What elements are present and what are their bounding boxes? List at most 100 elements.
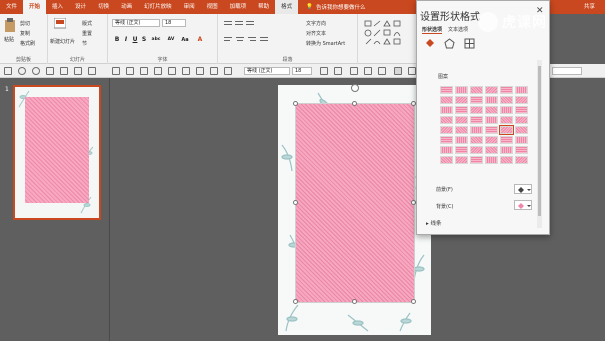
resize-handle-top-left[interactable] [293, 101, 298, 106]
pattern-rectangle-shape[interactable] [295, 103, 415, 303]
justify-icon[interactable] [408, 67, 416, 75]
resize-handle-top[interactable] [352, 101, 357, 106]
paste-icon[interactable] [74, 67, 82, 75]
tab-transitions[interactable]: 切换 [92, 0, 115, 14]
arrange-icon[interactable] [112, 67, 120, 75]
save-icon[interactable] [4, 67, 12, 75]
pattern-swatch[interactable] [500, 116, 513, 124]
pentagon-icon[interactable] [444, 38, 455, 49]
undo-icon[interactable] [18, 67, 26, 75]
pattern-swatch[interactable] [470, 96, 483, 104]
pattern-swatch[interactable] [485, 126, 498, 134]
pattern-swatch[interactable] [440, 116, 453, 124]
pattern-swatch[interactable] [455, 86, 468, 94]
paste-label[interactable]: 粘贴 [4, 36, 14, 43]
align-center-icon[interactable] [378, 67, 386, 75]
resize-handle-bottom-right[interactable] [411, 299, 416, 304]
cut-button[interactable]: 剪切 [20, 20, 30, 27]
fill-bucket-icon[interactable] [424, 38, 435, 49]
rotate-icon[interactable] [154, 67, 162, 75]
align-buttons-icon[interactable] [224, 36, 284, 44]
new-slide-button[interactable]: 新建幻灯片 [50, 38, 75, 45]
pattern-swatch[interactable] [500, 156, 513, 164]
pattern-swatch[interactable] [470, 146, 483, 154]
pattern-swatch[interactable] [515, 136, 528, 144]
pattern-swatch[interactable] [455, 96, 468, 104]
background-color-button[interactable] [514, 200, 532, 210]
text-direction-button[interactable]: 文字方向 [306, 20, 326, 27]
pattern-swatch[interactable] [485, 96, 498, 104]
toolbar-right-combo[interactable] [552, 67, 582, 75]
tab-help[interactable]: 帮助 [252, 0, 275, 14]
underline-button[interactable]: U [131, 36, 139, 44]
picture-icon[interactable] [224, 67, 232, 75]
pattern-swatch[interactable] [470, 106, 483, 114]
list-buttons-icon[interactable] [224, 20, 254, 28]
format-painter-button[interactable]: 格式刷 [20, 40, 35, 47]
pattern-swatch[interactable] [440, 126, 453, 134]
pattern-swatch[interactable] [455, 156, 468, 164]
pattern-swatch[interactable] [515, 86, 528, 94]
italic-button[interactable]: I [122, 36, 130, 44]
pattern-swatch[interactable] [485, 136, 498, 144]
pattern-swatch[interactable] [440, 146, 453, 154]
copy-icon[interactable] [60, 67, 68, 75]
pattern-swatch[interactable] [500, 86, 513, 94]
pattern-swatch[interactable] [440, 136, 453, 144]
section-button[interactable]: 节 [82, 40, 87, 47]
grow-font-icon[interactable] [320, 67, 328, 75]
strikethrough-button[interactable]: S [140, 36, 148, 44]
tab-animations[interactable]: 动画 [115, 0, 138, 14]
redo-icon[interactable] [32, 67, 40, 75]
align-icon[interactable] [140, 67, 148, 75]
pattern-swatch[interactable] [500, 146, 513, 154]
tab-insert[interactable]: 插入 [46, 0, 69, 14]
fill-icon[interactable] [168, 67, 176, 75]
tab-addins[interactable]: 加载项 [224, 0, 253, 14]
shapes-icon[interactable] [88, 67, 96, 75]
align-left-icon[interactable] [364, 67, 372, 75]
pattern-swatch[interactable] [470, 116, 483, 124]
tab-design[interactable]: 设计 [69, 0, 92, 14]
shadow-button[interactable]: abc [150, 36, 162, 44]
effects-icon[interactable] [196, 67, 204, 75]
char-spacing-button[interactable]: AV [166, 36, 176, 44]
pattern-swatch[interactable] [440, 96, 453, 104]
size-properties-icon[interactable] [464, 38, 475, 49]
line-section-header[interactable]: ▸ 线条 [426, 219, 442, 227]
pattern-swatch[interactable] [440, 106, 453, 114]
resize-handle-left[interactable] [293, 200, 298, 205]
slideshow-icon[interactable] [46, 67, 54, 75]
pane-scrollbar-thumb[interactable] [538, 66, 541, 216]
tab-home[interactable]: 开始 [23, 0, 47, 14]
pattern-swatch[interactable] [485, 106, 498, 114]
pattern-swatch[interactable] [515, 96, 528, 104]
pattern-swatch[interactable] [515, 156, 528, 164]
pattern-swatch[interactable] [515, 126, 528, 134]
tab-shape-options[interactable]: 形状选项 [422, 26, 443, 34]
change-case-button[interactable]: Aa [180, 36, 190, 44]
toolbar-font-name[interactable]: 等线 (正文) [244, 67, 290, 75]
convert-smartart-button[interactable]: 转换为 SmartArt [306, 40, 345, 47]
pattern-swatch[interactable] [470, 136, 483, 144]
paste-icon[interactable] [4, 18, 16, 33]
foreground-color-button[interactable] [514, 184, 532, 194]
outline-icon[interactable] [182, 67, 190, 75]
tab-format[interactable]: 格式 [275, 0, 299, 14]
pattern-swatch[interactable] [500, 106, 513, 114]
font-name-combo[interactable]: 等线 (正文) [112, 19, 160, 27]
pattern-swatch[interactable] [455, 116, 468, 124]
group-icon[interactable] [126, 67, 134, 75]
resize-handle-bottom-left[interactable] [293, 299, 298, 304]
tab-file[interactable]: 文件 [0, 0, 23, 14]
tell-me-search[interactable]: 💡 告诉我你想要做什么 [306, 3, 365, 11]
pattern-swatch[interactable] [470, 86, 483, 94]
pattern-swatch[interactable] [455, 106, 468, 114]
crop-icon[interactable] [210, 67, 218, 75]
tab-slideshow[interactable]: 幻灯片放映 [138, 0, 178, 14]
slide-thumbnail[interactable] [13, 85, 101, 220]
shrink-font-icon[interactable] [334, 67, 342, 75]
pattern-swatch[interactable] [500, 96, 513, 104]
pattern-swatch[interactable] [485, 146, 498, 154]
pattern-swatch[interactable] [485, 116, 498, 124]
